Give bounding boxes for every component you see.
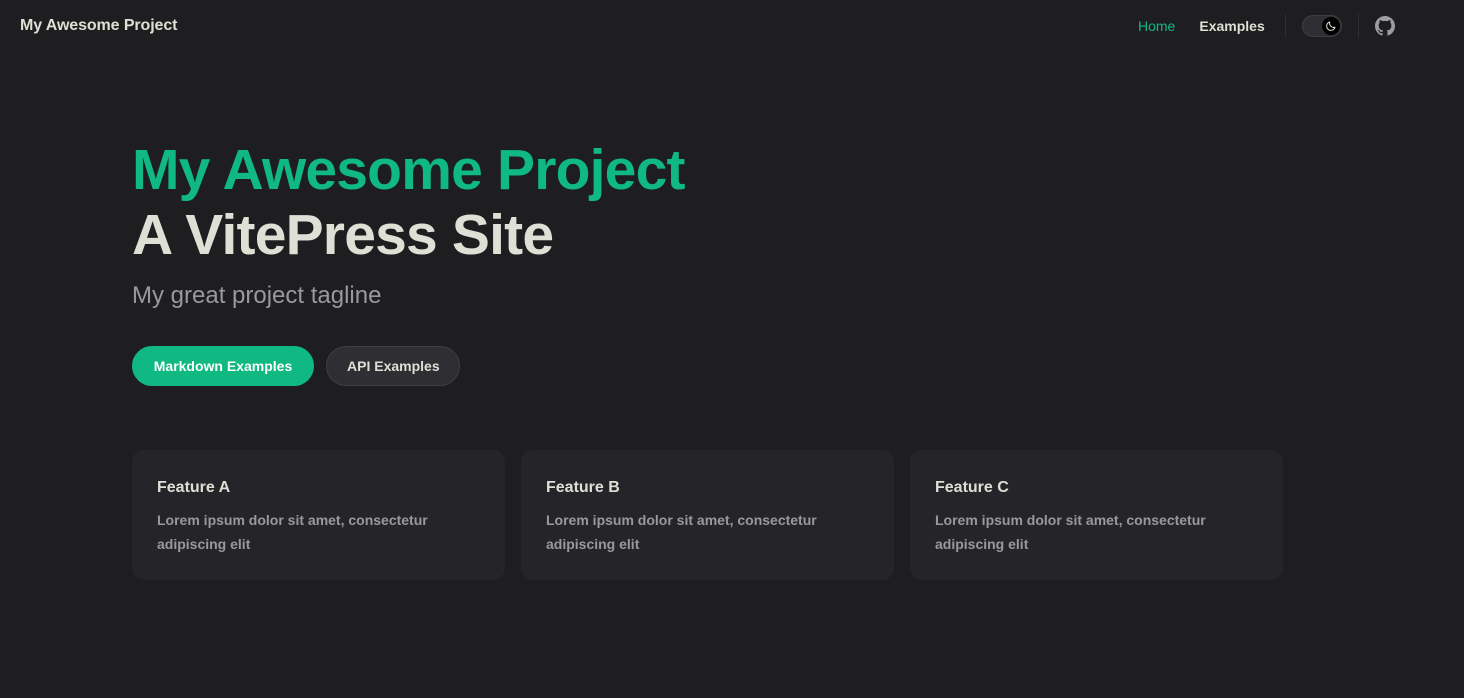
nav-divider	[1357, 14, 1359, 38]
feature-details: Lorem ipsum dolor sit amet, consectetur …	[546, 512, 817, 552]
hero-name: My Awesome Project	[132, 138, 685, 202]
moon-icon	[1325, 21, 1336, 31]
site-title-link[interactable]: My Awesome Project	[20, 0, 177, 52]
navbar: My Awesome Project Home Examples	[0, 0, 1464, 52]
nav-link-examples[interactable]: Examples	[1187, 0, 1276, 52]
github-link[interactable]	[1374, 16, 1395, 36]
feature-card: Feature B Lorem ipsum dolor sit amet, co…	[521, 450, 894, 580]
hero-text: A VitePress Site	[132, 203, 554, 267]
feature-title: Feature C	[935, 479, 1009, 496]
switch-knob	[1321, 17, 1340, 35]
nav-menu: Home Examples	[1126, 0, 1395, 52]
features: Feature A Lorem ipsum dolor sit amet, co…	[132, 450, 1283, 580]
markdown-examples-button[interactable]: Markdown Examples	[132, 346, 314, 386]
hero-actions: Markdown Examples API Examples	[132, 346, 460, 386]
nav-divider	[1284, 14, 1286, 38]
feature-title: Feature A	[157, 479, 231, 496]
hero-tagline: My great project tagline	[132, 282, 382, 309]
feature-details: Lorem ipsum dolor sit amet, consectetur …	[157, 512, 428, 552]
github-icon	[1374, 16, 1395, 36]
feature-details: Lorem ipsum dolor sit amet, consectetur …	[935, 512, 1206, 552]
api-examples-button[interactable]: API Examples	[326, 346, 460, 386]
feature-title: Feature B	[546, 479, 620, 496]
feature-card: Feature A Lorem ipsum dolor sit amet, co…	[132, 450, 505, 580]
nav-link-home[interactable]: Home	[1126, 0, 1187, 52]
feature-card: Feature C Lorem ipsum dolor sit amet, co…	[910, 450, 1283, 580]
appearance-toggle[interactable]	[1301, 15, 1342, 37]
